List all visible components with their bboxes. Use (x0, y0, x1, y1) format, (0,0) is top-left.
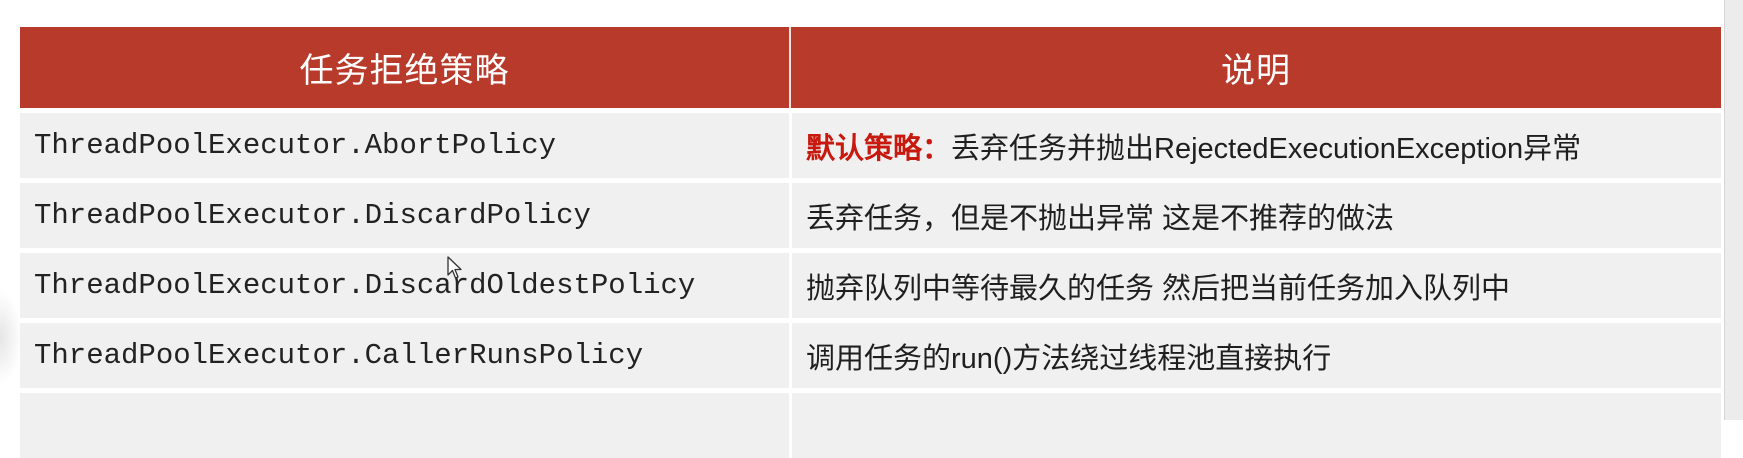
policy-description: 调用任务的run()方法绕过线程池直接执行 (792, 323, 1721, 388)
policy-name: ThreadPoolExecutor.DiscardPolicy (20, 183, 789, 248)
policy-description: 抛弃队列中等待最久的任务 然后把当前任务加入队列中 (792, 253, 1721, 318)
rejection-policy-table: 任务拒绝策略 说明 ThreadPoolExecutor.AbortPolicy… (20, 27, 1721, 458)
header-policy: 任务拒绝策略 (20, 27, 791, 108)
policy-name: ThreadPoolExecutor.CallerRunsPolicy (20, 323, 789, 388)
policy-description: 默认策略： 丢弃任务并抛出RejectedExecutionException异常 (792, 113, 1721, 178)
description-text: 丢弃任务并抛出RejectedExecutionException异常 (951, 132, 1582, 165)
policy-name: ThreadPoolExecutor.DiscardOldestPolicy (20, 253, 789, 318)
table-row: ThreadPoolExecutor.DiscardPolicy 丢弃任务，但是… (20, 183, 1721, 248)
table-row: ThreadPoolExecutor.AbortPolicy 默认策略： 丢弃任务… (20, 113, 1721, 178)
table-header: 任务拒绝策略 说明 (20, 27, 1721, 108)
empty-cell (20, 393, 789, 458)
table-row: ThreadPoolExecutor.CallerRunsPolicy 调用任务… (20, 323, 1721, 388)
table-row-partial (20, 393, 1721, 458)
table-row: ThreadPoolExecutor.DiscardOldestPolicy 抛… (20, 253, 1721, 318)
window-edge-strip (1724, 0, 1743, 420)
empty-cell (792, 393, 1721, 458)
mouse-cursor-icon (447, 256, 462, 279)
background-shadow (0, 290, 22, 385)
policy-name: ThreadPoolExecutor.AbortPolicy (20, 113, 789, 178)
header-description: 说明 (1221, 52, 1291, 90)
default-policy-label: 默认策略： (806, 132, 952, 165)
policy-description: 丢弃任务，但是不抛出异常 这是不推荐的做法 (792, 183, 1721, 248)
